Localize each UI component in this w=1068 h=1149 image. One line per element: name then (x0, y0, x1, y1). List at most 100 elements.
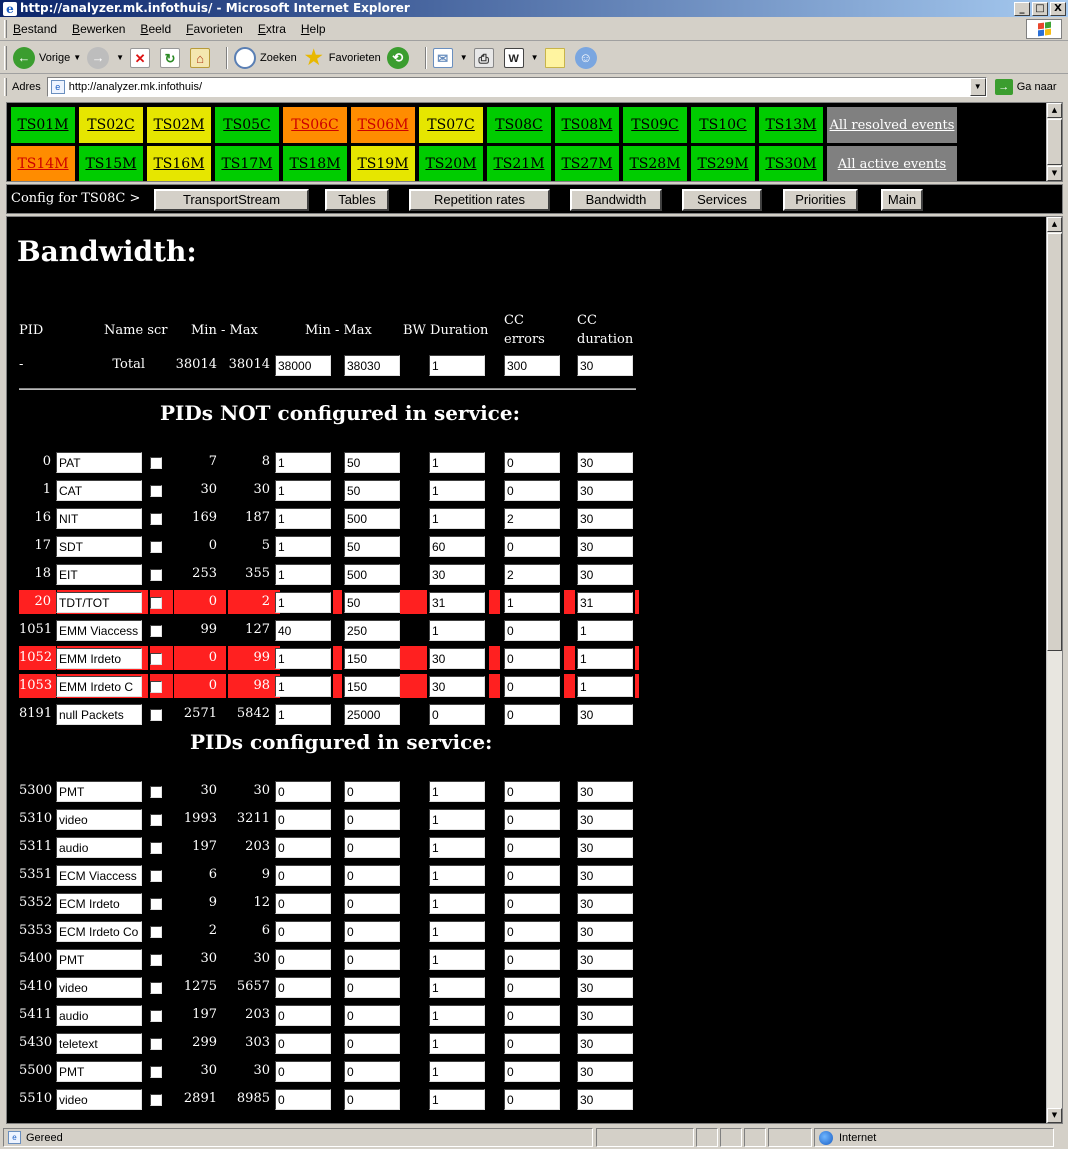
ts-cell[interactable]: TS30M (759, 146, 823, 181)
max-bitrate-input[interactable]: 0 (344, 1033, 400, 1054)
close-button[interactable]: X (1050, 1, 1066, 16)
min-bitrate-input[interactable]: 0 (275, 893, 331, 914)
bw-duration-input[interactable]: 30 (429, 564, 485, 585)
max-bitrate-input[interactable]: 0 (344, 893, 400, 914)
max-bitrate-input[interactable]: 0 (344, 865, 400, 886)
cc-errors-input[interactable]: 0 (504, 1005, 560, 1026)
pid-name-input[interactable]: PMT (56, 949, 142, 970)
scrambled-checkbox[interactable] (150, 1094, 162, 1106)
bandwidth-button[interactable]: Bandwidth (570, 189, 662, 211)
minimize-button[interactable]: _ (1014, 1, 1030, 16)
pid-name-input[interactable]: video (56, 1089, 142, 1110)
scrambled-checkbox[interactable] (150, 842, 162, 854)
refresh-button[interactable]: ↻ (160, 47, 184, 68)
pid-name-input[interactable]: EIT (56, 564, 142, 585)
cc-duration-input[interactable]: 30 (577, 536, 633, 557)
edit-button[interactable]: W ▼ (503, 47, 539, 68)
cc-duration-input[interactable]: 30 (577, 355, 633, 376)
scrambled-checkbox[interactable] (150, 1010, 162, 1022)
max-bitrate-input[interactable]: 50 (344, 452, 400, 473)
home-button[interactable]: ⌂ (190, 47, 214, 68)
min-bitrate-input[interactable]: 40 (275, 620, 331, 641)
cc-duration-input[interactable]: 30 (577, 809, 633, 830)
scrambled-checkbox[interactable] (150, 597, 162, 609)
cc-duration-input[interactable]: 30 (577, 704, 633, 725)
scrambled-checkbox[interactable] (150, 982, 162, 994)
repetition-rates-button[interactable]: Repetition rates (409, 189, 550, 211)
scrambled-checkbox[interactable] (150, 926, 162, 938)
pid-name-input[interactable]: PMT (56, 781, 142, 802)
scroll-thumb[interactable] (1047, 119, 1062, 165)
cc-duration-input[interactable]: 30 (577, 949, 633, 970)
ts-cell[interactable]: TS08M (555, 107, 619, 143)
tables-button[interactable]: Tables (325, 189, 389, 211)
ts-cell[interactable]: TS07C (419, 107, 483, 143)
cc-duration-input[interactable]: 30 (577, 564, 633, 585)
back-button[interactable]: ← Vorige ▼ (13, 46, 81, 69)
pid-name-input[interactable]: PMT (56, 1061, 142, 1082)
min-bitrate-input[interactable]: 0 (275, 781, 331, 802)
scrambled-checkbox[interactable] (150, 709, 162, 721)
discuss-button[interactable] (544, 47, 569, 68)
address-input[interactable]: e http://analyzer.mk.infothuis/ ▼ (46, 77, 987, 97)
pid-name-input[interactable]: PAT (56, 452, 142, 473)
max-bitrate-input[interactable]: 50 (344, 536, 400, 557)
min-bitrate-input[interactable]: 0 (275, 1005, 331, 1026)
scrambled-checkbox[interactable] (150, 485, 162, 497)
max-bitrate-input[interactable]: 0 (344, 949, 400, 970)
events-link[interactable]: All resolved events (827, 107, 957, 143)
bw-duration-input[interactable]: 1 (429, 893, 485, 914)
menu-extra[interactable]: Extra (258, 22, 286, 36)
max-bitrate-input[interactable]: 50 (344, 480, 400, 501)
scrambled-checkbox[interactable] (150, 954, 162, 966)
ts-cell[interactable]: TS05C (215, 107, 279, 143)
min-bitrate-input[interactable]: 0 (275, 1089, 331, 1110)
favorites-button[interactable]: ★ Favorieten (303, 47, 381, 69)
pid-name-input[interactable]: SDT (56, 536, 142, 557)
ts-cell[interactable]: TS21M (487, 146, 551, 181)
bw-duration-input[interactable]: 1 (429, 1061, 485, 1082)
bw-duration-input[interactable]: 1 (429, 977, 485, 998)
scrambled-checkbox[interactable] (150, 513, 162, 525)
cc-errors-input[interactable]: 2 (504, 508, 560, 529)
scroll-thumb[interactable] (1047, 233, 1062, 651)
chevron-down-icon[interactable]: ▼ (531, 53, 539, 62)
cc-errors-input[interactable]: 0 (504, 536, 560, 557)
max-bitrate-input[interactable]: 38030 (344, 355, 400, 376)
bw-duration-input[interactable]: 1 (429, 809, 485, 830)
services-button[interactable]: Services (682, 189, 762, 211)
cc-errors-input[interactable]: 0 (504, 1061, 560, 1082)
menu-beeld[interactable]: Beeld (140, 22, 171, 36)
cc-errors-input[interactable]: 1 (504, 592, 560, 613)
pid-name-input[interactable]: ECM Irdeto Co (56, 921, 142, 942)
min-bitrate-input[interactable]: 1 (275, 592, 331, 613)
cc-duration-input[interactable]: 31 (577, 592, 633, 613)
bw-duration-input[interactable]: 31 (429, 592, 485, 613)
max-bitrate-input[interactable]: 0 (344, 1061, 400, 1082)
cc-duration-input[interactable]: 30 (577, 1005, 633, 1026)
toolbar-grip[interactable] (4, 45, 7, 70)
cc-duration-input[interactable]: 30 (577, 865, 633, 886)
max-bitrate-input[interactable]: 500 (344, 508, 400, 529)
scroll-down-button[interactable]: ▼ (1047, 1108, 1062, 1123)
go-button[interactable]: → Ga naar (994, 79, 1057, 95)
min-bitrate-input[interactable]: 0 (275, 837, 331, 858)
ts-frame-scrollbar[interactable]: ▲ ▼ (1046, 103, 1062, 181)
cc-duration-input[interactable]: 1 (577, 676, 633, 697)
bw-duration-input[interactable]: 1 (429, 480, 485, 501)
cc-errors-input[interactable]: 0 (504, 865, 560, 886)
ts-cell[interactable]: TS01M (11, 107, 75, 143)
bw-duration-input[interactable]: 1 (429, 1005, 485, 1026)
ts-cell[interactable]: TS29M (691, 146, 755, 181)
ts-cell[interactable]: TS09C (623, 107, 687, 143)
min-bitrate-input[interactable]: 1 (275, 536, 331, 557)
ts-cell[interactable]: TS02C (79, 107, 143, 143)
min-bitrate-input[interactable]: 1 (275, 508, 331, 529)
min-bitrate-input[interactable]: 1 (275, 676, 331, 697)
priorities-button[interactable]: Priorities (783, 189, 858, 211)
address-dropdown-button[interactable]: ▼ (969, 78, 986, 96)
ts-cell[interactable]: TS17M (215, 146, 279, 181)
cc-duration-input[interactable]: 30 (577, 1061, 633, 1082)
pid-name-input[interactable]: TDT/TOT (56, 592, 142, 613)
pid-name-input[interactable]: audio (56, 1005, 142, 1026)
